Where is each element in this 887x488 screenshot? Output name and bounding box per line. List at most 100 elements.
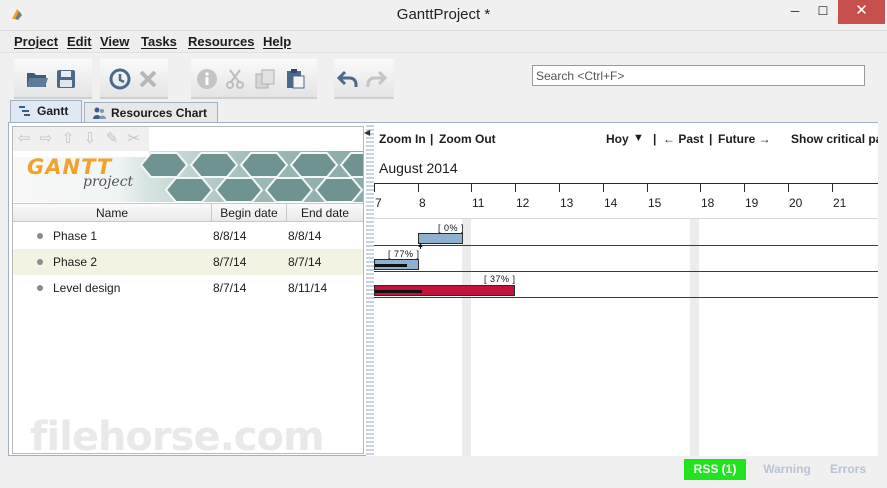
- task-progress-label: [ 37% ]: [484, 274, 516, 284]
- hexagon-pattern: [139, 152, 363, 202]
- task-bullet-icon: [37, 259, 43, 265]
- task-bar[interactable]: [418, 233, 463, 244]
- day-tick: [603, 184, 604, 192]
- task-begin: 8/8/14: [213, 229, 247, 243]
- indent-icon[interactable]: ⇨: [37, 130, 55, 148]
- today-button[interactable]: Hoy: [606, 132, 629, 146]
- task-tree-pane: ⇦ ⇨ ⇧ ⇩ ✎ ✂ GANTT project Name Begin dat…: [12, 126, 364, 454]
- outdent-icon[interactable]: ⇦: [15, 130, 33, 148]
- show-critical-path-button[interactable]: Show critical pa: [791, 132, 878, 146]
- move-up-icon[interactable]: ⇧: [59, 130, 77, 148]
- task-begin: 8/7/14: [213, 255, 247, 269]
- menu-resources[interactable]: Resources: [188, 34, 254, 49]
- main-toolbar: [8, 55, 878, 100]
- collapse-arrow-icon[interactable]: ◀: [364, 128, 370, 137]
- day-label: 21: [833, 196, 847, 210]
- link-icon[interactable]: ✎: [103, 130, 121, 148]
- warning-status-button[interactable]: Warning: [746, 459, 828, 480]
- menu-bar: Project Edit View Tasks Resources Help: [0, 31, 887, 53]
- gantt-view: ⇦ ⇨ ⇧ ⇩ ✎ ✂ GANTT project Name Begin dat…: [8, 122, 878, 456]
- task-progress-fill: [375, 264, 407, 267]
- cut-icon[interactable]: [223, 67, 247, 91]
- zoom-out-button[interactable]: Zoom Out: [439, 132, 496, 146]
- day-tick: [559, 184, 560, 192]
- close-button[interactable]: ✕: [838, 0, 885, 24]
- menu-edit[interactable]: Edit: [67, 34, 92, 49]
- maximize-button[interactable]: ☐: [809, 0, 837, 24]
- task-name: Phase 1: [53, 229, 98, 243]
- chart-header-divider: [374, 218, 878, 219]
- future-button[interactable]: Future →: [718, 132, 771, 146]
- weekend-column: [690, 219, 699, 456]
- day-tick: [832, 184, 833, 192]
- day-label: 8: [419, 196, 426, 210]
- day-tick: [515, 184, 516, 192]
- month-label: August 2014: [379, 160, 458, 176]
- zoom-in-button[interactable]: Zoom In: [379, 132, 426, 146]
- menu-help[interactable]: Help: [263, 34, 291, 49]
- search-input[interactable]: [532, 65, 865, 86]
- task-nav-toolbar: ⇦ ⇨ ⇧ ⇩ ✎ ✂: [13, 127, 149, 151]
- file-tool-group: [14, 59, 92, 99]
- history-tool-group: [100, 59, 168, 99]
- resources-tab-icon: [93, 107, 106, 119]
- day-tick: [418, 184, 419, 192]
- separator: |: [653, 132, 657, 146]
- history-icon[interactable]: [108, 67, 132, 91]
- row-divider: [374, 297, 878, 298]
- menu-tasks[interactable]: Tasks: [141, 34, 177, 49]
- past-button[interactable]: ← Past: [663, 132, 704, 146]
- day-tick: [700, 184, 701, 192]
- tab-resources-chart[interactable]: Resources Chart: [84, 102, 218, 123]
- save-icon[interactable]: [54, 67, 78, 91]
- chevron-down-icon[interactable]: ▼: [633, 132, 644, 144]
- edit-tool-group: [191, 59, 317, 99]
- day-label: 14: [604, 196, 618, 210]
- window-title: GanttProject *: [396, 6, 491, 23]
- day-label: 13: [560, 196, 574, 210]
- task-table-header: Name Begin date End date: [13, 203, 363, 222]
- rss-status-button[interactable]: RSS (1): [684, 459, 746, 480]
- column-end-date[interactable]: End date: [287, 206, 363, 220]
- chart-toolbar: Zoom In | Zoom Out Hoy ▼ | ← Past | Futu…: [374, 123, 878, 153]
- gantt-tab-icon: [19, 106, 30, 116]
- separator: |: [709, 132, 713, 146]
- task-row[interactable]: Phase 2 8/7/14 8/7/14: [13, 249, 363, 275]
- day-label: 15: [648, 196, 662, 210]
- redo-icon[interactable]: [364, 67, 388, 91]
- gantt-chart-pane: Zoom In | Zoom Out Hoy ▼ | ← Past | Futu…: [374, 123, 878, 456]
- task-row[interactable]: Phase 1 8/8/14 8/8/14: [13, 223, 363, 249]
- delete-icon[interactable]: [136, 67, 160, 91]
- watermark-logo: filehorse.com: [30, 414, 325, 460]
- undo-icon[interactable]: [336, 67, 360, 91]
- tab-gantt[interactable]: Gantt: [10, 100, 82, 123]
- day-label: 7: [375, 196, 382, 210]
- paste-icon[interactable]: [283, 67, 307, 91]
- day-label: 12: [516, 196, 530, 210]
- pane-splitter[interactable]: [366, 123, 374, 456]
- column-name[interactable]: Name: [13, 206, 211, 220]
- copy-icon[interactable]: [253, 67, 277, 91]
- status-bar: RSS (1) Warning Errors: [8, 457, 878, 481]
- dependency-arrow-icon: ▲: [417, 242, 424, 249]
- tab-resources-label: Resources Chart: [111, 106, 208, 120]
- row-divider: [374, 271, 878, 272]
- info-icon[interactable]: [195, 67, 219, 91]
- unlink-icon[interactable]: ✂: [125, 130, 143, 148]
- logo-subtitle: project: [83, 174, 134, 190]
- day-tick: [471, 184, 472, 192]
- menu-view[interactable]: View: [100, 34, 129, 49]
- task-progress-fill: [375, 290, 422, 293]
- task-row[interactable]: Level design 8/7/14 8/11/14: [13, 275, 363, 301]
- day-label: 18: [701, 196, 715, 210]
- move-down-icon[interactable]: ⇩: [81, 130, 99, 148]
- separator: |: [430, 132, 434, 146]
- open-icon[interactable]: [25, 67, 49, 91]
- day-tick: [744, 184, 745, 192]
- title-bar: GanttProject * ─ ☐ ✕: [0, 0, 887, 31]
- day-tick: [374, 184, 375, 192]
- task-progress-label: [ 0% ]: [438, 223, 465, 233]
- errors-status-button[interactable]: Errors: [818, 459, 878, 480]
- menu-project[interactable]: Project: [14, 34, 58, 49]
- column-begin-date[interactable]: Begin date: [212, 206, 286, 220]
